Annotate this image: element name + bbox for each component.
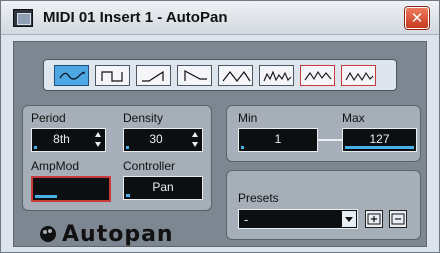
presets-dropdown[interactable]: - bbox=[238, 209, 358, 229]
ampmod-level-bar bbox=[35, 195, 57, 198]
window-title: MIDI 01 Insert 1 - AutoPan bbox=[43, 9, 228, 26]
controller-value: Pan bbox=[152, 180, 174, 194]
chevron-down-icon[interactable] bbox=[342, 211, 356, 227]
min-level-bar bbox=[241, 146, 244, 149]
period-level-bar bbox=[34, 146, 37, 149]
density-spinner-icon[interactable] bbox=[191, 131, 200, 148]
title-bar[interactable]: MIDI 01 Insert 1 - AutoPan ✕ bbox=[1, 1, 439, 35]
app-icon bbox=[13, 9, 33, 27]
steinberg-logo-icon bbox=[40, 226, 56, 242]
ampmod-field[interactable] bbox=[31, 176, 111, 202]
min-label: Min bbox=[238, 111, 258, 125]
max-label: Max bbox=[342, 111, 365, 125]
min-field[interactable]: 1 bbox=[238, 128, 318, 152]
period-spinner-icon[interactable] bbox=[94, 131, 103, 148]
max-field[interactable]: 127 bbox=[342, 128, 417, 152]
triangle-wave-icon bbox=[222, 70, 251, 82]
period-value: 8th bbox=[53, 132, 70, 146]
density-level-bar bbox=[126, 146, 129, 149]
saw-up-wave-icon bbox=[142, 70, 164, 82]
presets-label: Presets bbox=[238, 191, 279, 205]
controller-level-bar bbox=[126, 194, 130, 197]
random-wave-icon bbox=[345, 71, 374, 82]
range-group: Min 1 Max 127 bbox=[226, 105, 421, 162]
waveform-random-a-button[interactable] bbox=[259, 65, 294, 86]
controller-label: Controller bbox=[123, 159, 176, 173]
random-wave-icon bbox=[263, 70, 292, 82]
remove-preset-button[interactable] bbox=[389, 210, 407, 228]
min-value: 1 bbox=[274, 132, 282, 146]
waveform-selector bbox=[43, 59, 397, 91]
saw-down-wave-icon bbox=[184, 70, 207, 81]
max-level-bar bbox=[345, 146, 414, 149]
plugin-name: Autopan bbox=[62, 222, 174, 247]
plugin-panel: Period 8th Density 30 AmpMod Controller … bbox=[13, 41, 427, 247]
max-value: 127 bbox=[369, 132, 390, 146]
presets-group: Presets - bbox=[226, 170, 421, 240]
sine-wave-icon bbox=[59, 71, 85, 80]
store-preset-button[interactable] bbox=[365, 210, 383, 228]
remove-preset-icon bbox=[391, 213, 405, 225]
period-field[interactable]: 8th bbox=[31, 128, 106, 152]
waveform-random-b-button[interactable] bbox=[300, 65, 335, 86]
waveform-saw-down-button[interactable] bbox=[177, 65, 212, 86]
waveform-square-button[interactable] bbox=[95, 65, 130, 86]
waveform-saw-up-button[interactable] bbox=[136, 65, 171, 86]
waveform-sine-button[interactable] bbox=[54, 65, 89, 86]
controller-field[interactable]: Pan bbox=[123, 176, 203, 200]
waveform-triangle-button[interactable] bbox=[218, 65, 253, 86]
presets-value: - bbox=[244, 213, 249, 227]
period-label: Period bbox=[31, 111, 66, 125]
modulation-group: Period 8th Density 30 AmpMod Controller … bbox=[22, 105, 212, 211]
density-value: 30 bbox=[149, 132, 163, 146]
close-button[interactable]: ✕ bbox=[405, 7, 429, 29]
density-label: Density bbox=[123, 111, 164, 125]
waveform-random-c-button[interactable] bbox=[341, 65, 376, 86]
store-preset-icon bbox=[367, 213, 381, 225]
range-connector bbox=[318, 139, 342, 141]
square-wave-icon bbox=[101, 71, 123, 82]
plugin-window: MIDI 01 Insert 1 - AutoPan ✕ Period 8th … bbox=[0, 0, 440, 253]
ampmod-label: AmpMod bbox=[31, 159, 80, 173]
random-wave-icon bbox=[304, 70, 332, 81]
density-field[interactable]: 30 bbox=[123, 128, 203, 152]
